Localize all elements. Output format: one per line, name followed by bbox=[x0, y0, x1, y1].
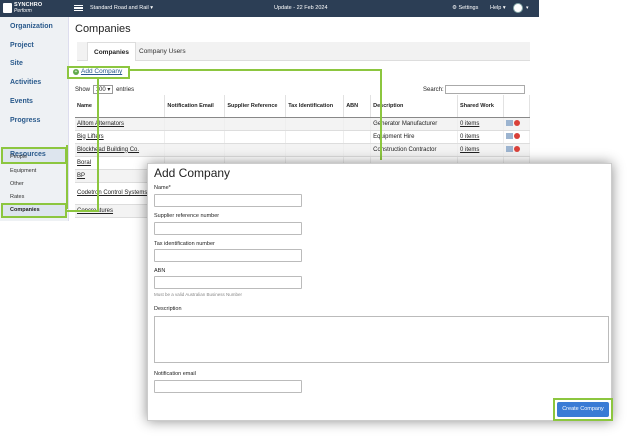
name-label: Name* bbox=[154, 185, 171, 191]
cell-shared-work[interactable]: 0 items bbox=[457, 143, 504, 157]
tab-company-users[interactable]: Company Users bbox=[133, 42, 192, 61]
description-label: Description bbox=[154, 306, 182, 312]
sidebar-item-project[interactable]: Project bbox=[10, 42, 34, 49]
sidebar-item-events[interactable]: Events bbox=[10, 98, 33, 105]
column-header-notification-email[interactable]: Notification Email bbox=[164, 95, 226, 118]
modal-title: Add Company bbox=[154, 166, 231, 180]
hamburger-menu-icon[interactable] bbox=[74, 3, 83, 12]
update-selector[interactable]: Update - 22 Feb 2024 bbox=[274, 5, 328, 11]
supplier-reference-input[interactable] bbox=[154, 222, 302, 235]
description-textarea[interactable] bbox=[154, 316, 609, 363]
cell-description: Equipment Hire bbox=[370, 130, 459, 144]
annotation-line bbox=[66, 210, 99, 212]
project-selector[interactable]: Standard Road and Rail ▾ bbox=[90, 5, 153, 11]
delete-icon[interactable] bbox=[513, 146, 520, 153]
column-header-shared-work[interactable]: Shared Work bbox=[457, 95, 504, 118]
delete-icon[interactable] bbox=[513, 133, 520, 140]
cell-description: Generator Manufacturer bbox=[370, 117, 459, 131]
sidebar-sub-people[interactable]: People bbox=[10, 154, 27, 160]
column-header-abn[interactable]: ABN bbox=[343, 95, 372, 118]
avatar-dropdown-icon[interactable]: ▾ bbox=[526, 5, 529, 11]
sidebar-item-organization[interactable]: Organization bbox=[10, 23, 53, 30]
sidebar-sub-rates[interactable]: Rates bbox=[10, 194, 24, 200]
tax-label: Tax identification number bbox=[154, 241, 215, 247]
column-header-tax-identification[interactable]: Tax Identification bbox=[285, 95, 345, 118]
cell-name[interactable]: Blockhead Building Co. bbox=[75, 143, 166, 157]
table-row: Alltom Alternators Generator Manufacture… bbox=[75, 117, 531, 131]
abn-label: ABN bbox=[154, 268, 166, 274]
annotation-line bbox=[128, 69, 382, 71]
table-header-row: Name Notification Email Supplier Referen… bbox=[75, 95, 531, 118]
edit-icon[interactable] bbox=[505, 146, 513, 153]
cell-shared-work[interactable]: 0 items bbox=[457, 117, 504, 131]
tab-companies[interactable]: Companies bbox=[87, 42, 137, 61]
cell-name[interactable]: Big Lifters bbox=[75, 130, 166, 144]
column-header-name[interactable]: Name bbox=[75, 95, 166, 118]
sidebar-sub-other[interactable]: Other bbox=[10, 181, 24, 187]
annotation-line bbox=[66, 145, 68, 209]
column-header-supplier-reference[interactable]: Supplier Reference bbox=[224, 95, 287, 118]
column-header-actions bbox=[503, 95, 531, 118]
create-company-button[interactable]: Create Company bbox=[557, 402, 609, 417]
notification-label: Notification email bbox=[154, 371, 196, 377]
sidebar: Organization Project Site Activities Eve… bbox=[0, 17, 69, 221]
entries-label: entries bbox=[116, 87, 135, 93]
logo-mark-icon bbox=[3, 3, 12, 13]
tax-identification-input[interactable] bbox=[154, 249, 302, 262]
table-row: Big Lifters Equipment Hire 0 items bbox=[75, 130, 531, 144]
sidebar-item-site[interactable]: Site bbox=[10, 60, 23, 67]
table-row: Blockhead Building Co. Construction Cont… bbox=[75, 143, 531, 157]
sidebar-sub-companies[interactable]: Companies bbox=[10, 207, 40, 213]
annotation-line bbox=[380, 69, 382, 160]
page-title: Companies bbox=[75, 23, 131, 35]
settings-link[interactable]: ⚙ Settings bbox=[452, 5, 478, 11]
edit-icon[interactable] bbox=[505, 120, 513, 127]
sidebar-item-progress[interactable]: Progress bbox=[10, 117, 40, 124]
show-label: Show bbox=[75, 87, 91, 93]
delete-icon[interactable] bbox=[513, 120, 520, 127]
app-screenshot: SYNCHRO Perform Standard Road and Rail ▾… bbox=[0, 0, 639, 446]
sidebar-item-activities[interactable]: Activities bbox=[10, 79, 41, 86]
edit-icon[interactable] bbox=[505, 133, 513, 140]
show-entries: Show 100 ▾ entries bbox=[75, 85, 134, 94]
entries-select[interactable]: 100 ▾ bbox=[92, 85, 114, 94]
add-company-highlight bbox=[67, 66, 130, 79]
user-avatar[interactable] bbox=[513, 3, 523, 13]
abn-input[interactable] bbox=[154, 276, 302, 289]
abn-hint: Must be a valid Australian Business Numb… bbox=[154, 292, 243, 297]
tab-bar: Companies Company Users bbox=[77, 42, 530, 61]
cell-name[interactable]: Alltom Alternators bbox=[75, 117, 166, 131]
cell-shared-work[interactable]: 0 items bbox=[457, 130, 504, 144]
help-menu[interactable]: Help ▾ bbox=[490, 5, 506, 11]
add-company-modal: Add Company Name* Supplier reference num… bbox=[147, 163, 613, 421]
column-header-description[interactable]: Description bbox=[370, 95, 459, 118]
search-area: Search: bbox=[423, 85, 526, 94]
synchro-logo[interactable]: SYNCHRO Perform bbox=[3, 2, 53, 15]
cell-description: Construction Contractor bbox=[370, 143, 459, 157]
search-label: Search: bbox=[423, 87, 444, 94]
annotation-line bbox=[97, 79, 99, 211]
supplier-label: Supplier reference number bbox=[154, 213, 220, 219]
logo-line2: Perform bbox=[14, 8, 32, 14]
top-bar: SYNCHRO Perform Standard Road and Rail ▾… bbox=[0, 0, 539, 17]
sidebar-sub-equipment[interactable]: Equipment bbox=[10, 168, 36, 174]
search-input[interactable] bbox=[445, 85, 526, 94]
name-input[interactable] bbox=[154, 194, 302, 207]
notification-email-input[interactable] bbox=[154, 380, 302, 393]
